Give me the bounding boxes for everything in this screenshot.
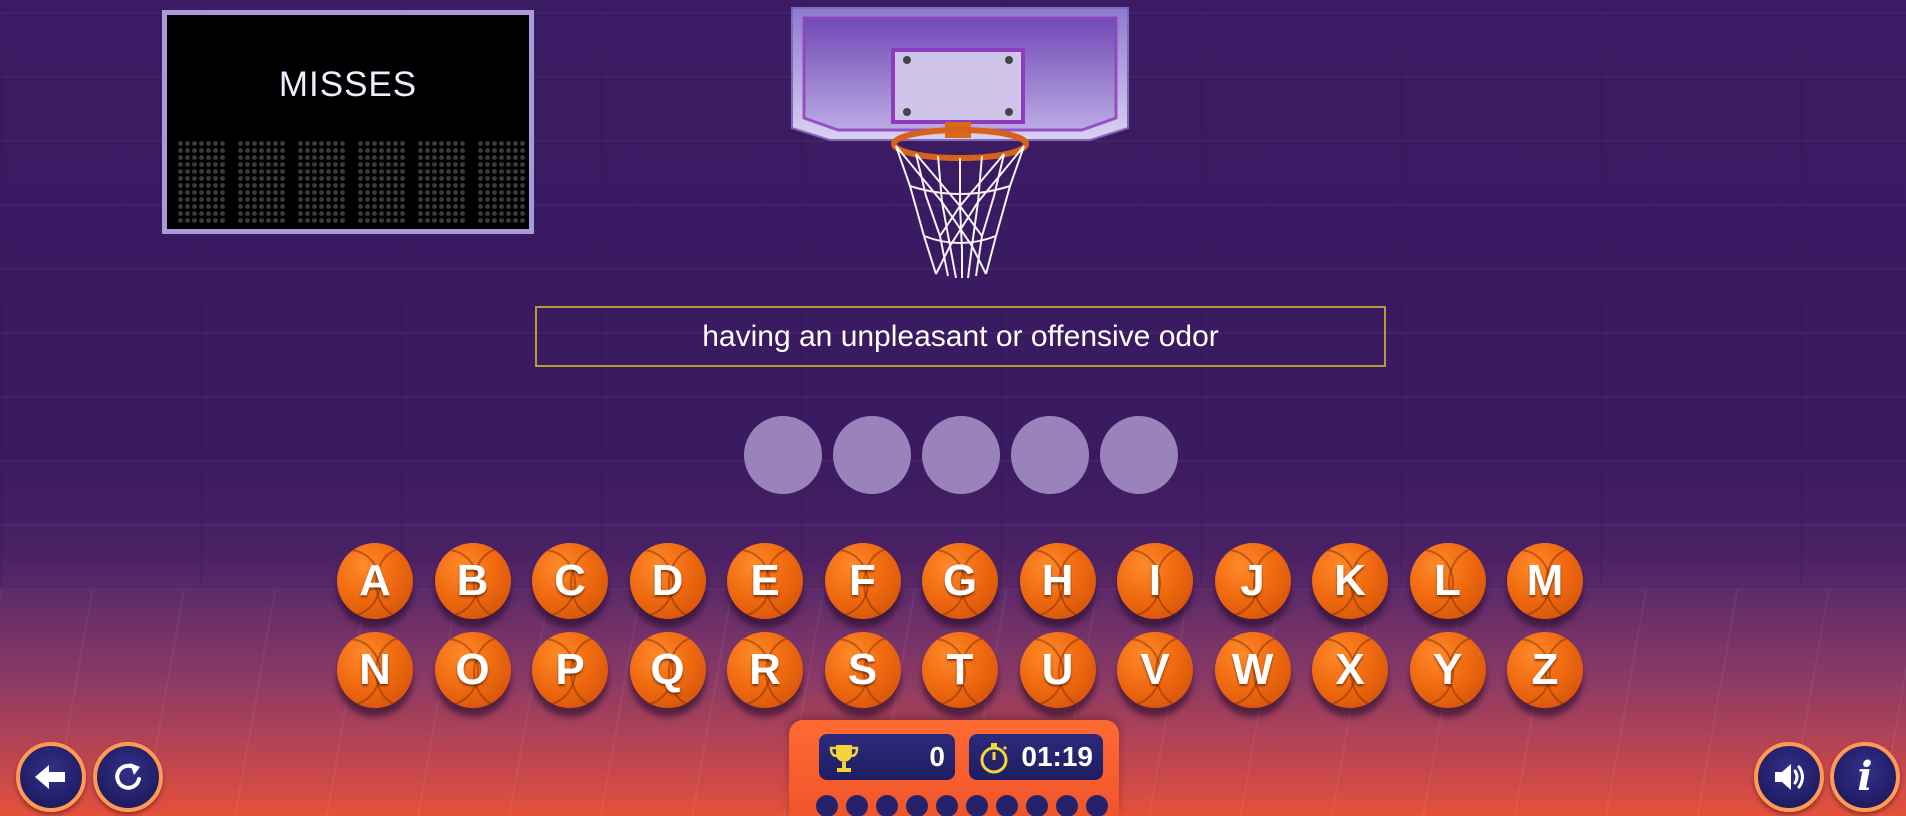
answer-slot	[744, 416, 822, 494]
letter-ball-p[interactable]: P	[532, 632, 608, 708]
letter-ball-m[interactable]: M	[1507, 543, 1583, 619]
misses-scoreboard: MISSES	[162, 10, 534, 234]
letter-ball-e[interactable]: E	[727, 543, 803, 619]
letter-ball-i[interactable]: I	[1117, 543, 1193, 619]
back-button[interactable]	[16, 742, 86, 812]
restart-button[interactable]	[93, 742, 163, 812]
score-box: 0	[819, 734, 955, 780]
letter-ball-a[interactable]: A	[337, 543, 413, 619]
letter-ball-u[interactable]: U	[1019, 632, 1096, 708]
letter-ball-j[interactable]: J	[1214, 543, 1291, 619]
letter-ball-n[interactable]: N	[337, 632, 413, 708]
letter-ball-k[interactable]: K	[1312, 543, 1388, 619]
arrow-left-icon	[35, 765, 65, 789]
clue-box: having an unpleasant or offensive odor	[535, 306, 1386, 367]
info-icon: i	[1857, 753, 1873, 800]
letter-ball-l[interactable]: L	[1409, 543, 1486, 619]
score-value: 0	[929, 741, 945, 772]
timer-value: 01:19	[1021, 741, 1093, 772]
game-stage: MISSES having an unpleasant or offensive…	[0, 0, 1906, 816]
answer-slot	[1100, 416, 1178, 494]
misses-title: MISSES	[278, 65, 418, 104]
miss-slot	[417, 140, 467, 224]
letter-ball-f[interactable]: F	[824, 543, 901, 619]
letter-ball-b[interactable]: B	[434, 543, 511, 619]
miss-slot	[177, 140, 227, 224]
answer-slot	[833, 416, 911, 494]
round-dot	[996, 795, 1018, 816]
round-dot	[846, 795, 868, 816]
status-panel: 0 01:19	[789, 720, 1119, 816]
miss-slot	[297, 140, 347, 224]
letter-ball-q[interactable]: Q	[629, 632, 706, 708]
stopwatch-icon	[980, 743, 1008, 774]
letter-ball-s[interactable]: S	[824, 632, 901, 708]
speaker-icon	[1775, 764, 1804, 790]
letter-ball-x[interactable]: X	[1312, 632, 1388, 708]
miss-slot	[237, 140, 287, 224]
letter-ball-c[interactable]: C	[532, 543, 608, 619]
letter-row-1: A B C D E F G H I J K L M	[337, 543, 1583, 619]
timer-box: 01:19	[969, 734, 1103, 780]
round-dot	[816, 795, 838, 816]
letter-row-2: N O P Q R S T U V W X Y Z	[337, 632, 1583, 708]
round-dot	[906, 795, 928, 816]
round-dot	[936, 795, 958, 816]
round-dot	[966, 795, 988, 816]
round-dots	[816, 795, 1108, 816]
letter-ball-t[interactable]: T	[922, 632, 998, 708]
letter-ball-v[interactable]: V	[1117, 632, 1193, 708]
round-dot	[876, 795, 898, 816]
letter-ball-z[interactable]: Z	[1507, 632, 1583, 708]
miss-slots	[177, 140, 527, 224]
letter-ball-w[interactable]: W	[1214, 632, 1291, 708]
letter-ball-o[interactable]: O	[434, 632, 511, 708]
sound-button[interactable]	[1754, 742, 1824, 812]
letter-ball-d[interactable]: D	[629, 543, 706, 619]
round-dot	[1056, 795, 1078, 816]
letter-ball-r[interactable]: R	[727, 632, 803, 708]
miss-slot	[477, 140, 527, 224]
info-button[interactable]: i	[1830, 742, 1900, 812]
letter-ball-y[interactable]: Y	[1409, 632, 1486, 708]
answer-slot	[922, 416, 1000, 494]
answer-slots	[744, 416, 1178, 494]
restart-icon	[115, 763, 141, 790]
round-dot	[1086, 795, 1108, 816]
miss-slot	[357, 140, 407, 224]
letter-ball-h[interactable]: H	[1019, 543, 1096, 619]
basketball-hoop	[791, 7, 1129, 278]
answer-slot	[1011, 416, 1089, 494]
letter-ball-g[interactable]: G	[922, 543, 998, 619]
round-dot	[1026, 795, 1048, 816]
trophy-icon	[829, 745, 859, 772]
